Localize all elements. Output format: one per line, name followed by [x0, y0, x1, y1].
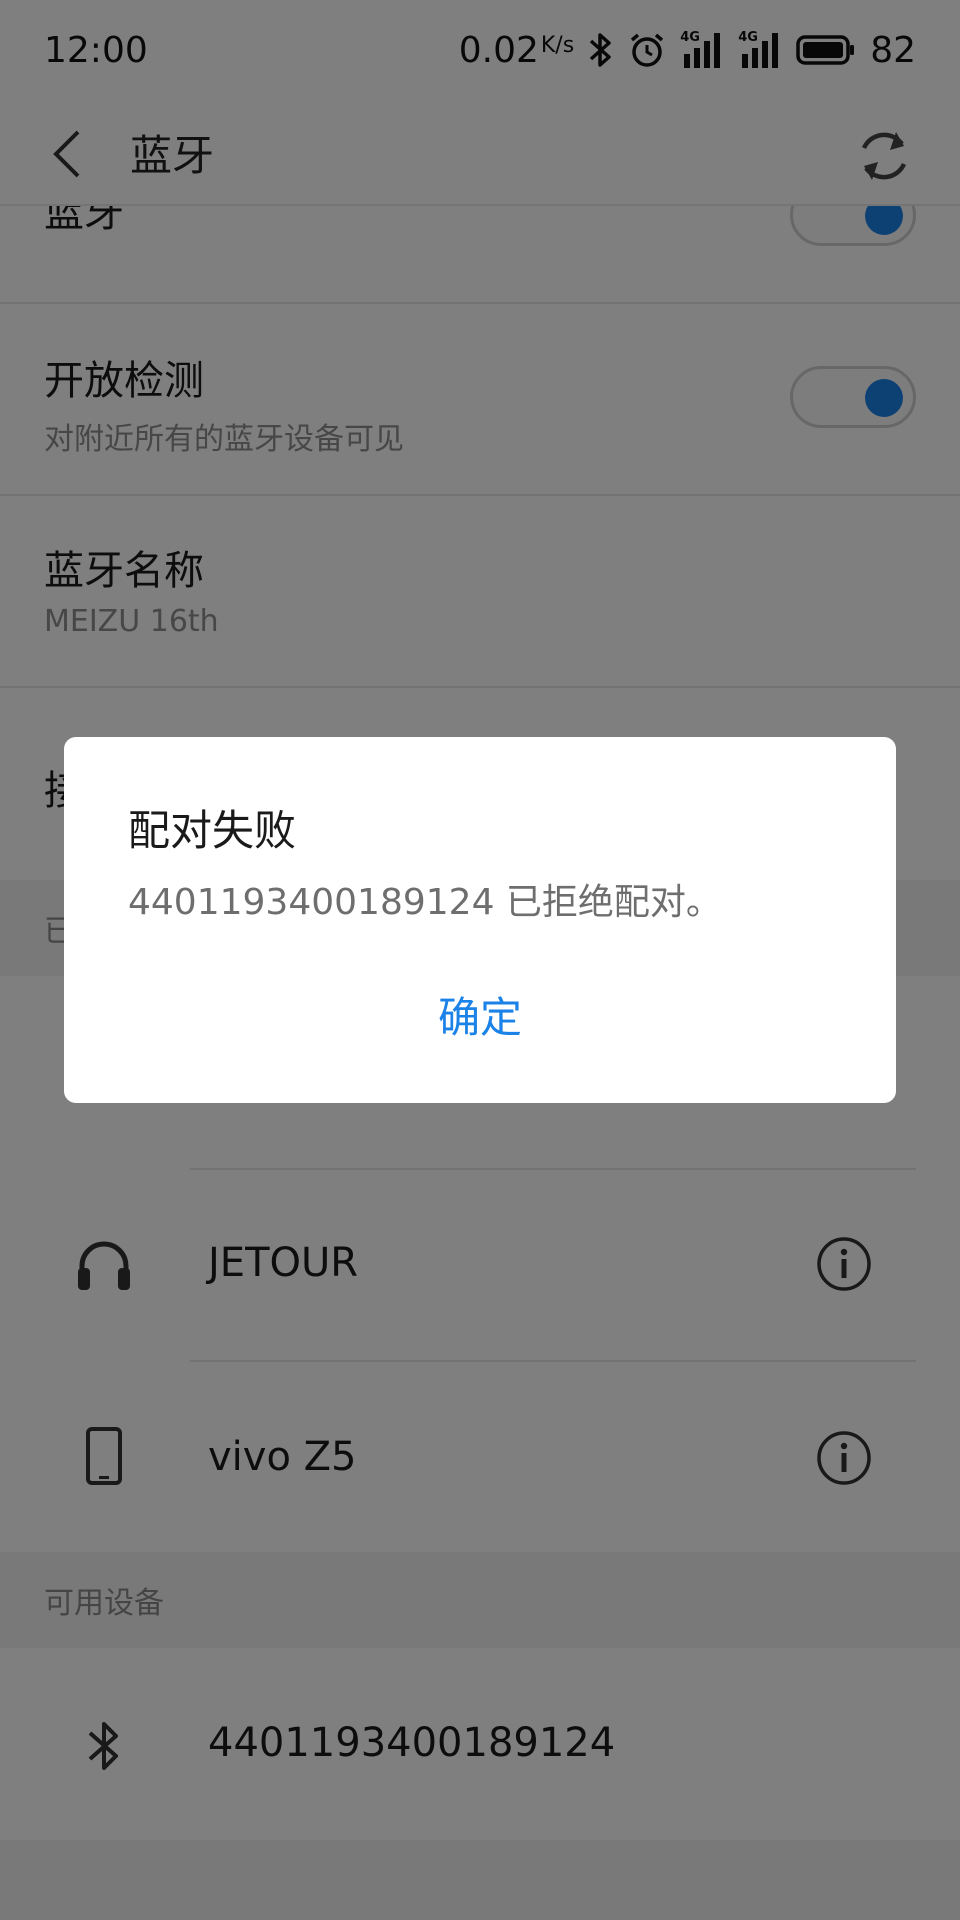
dialog-message: 4401193400189124 已拒绝配对。 [128, 882, 722, 923]
dialog-title: 配对失败 [128, 806, 297, 855]
pairing-failed-dialog: 配对失败 4401193400189124 已拒绝配对。 确定 [64, 737, 896, 1103]
confirm-button[interactable]: 确定 [64, 969, 896, 1059]
